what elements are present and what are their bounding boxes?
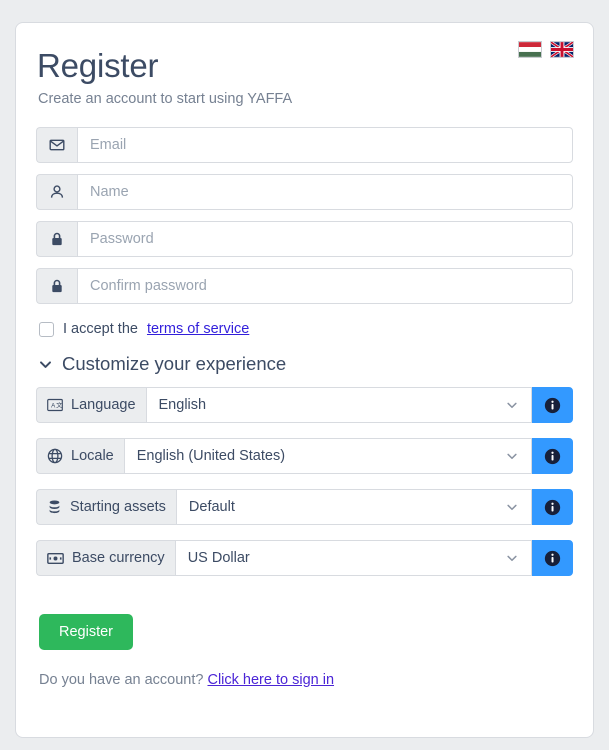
locale-row: Locale English (United States) (36, 438, 573, 474)
banknote-icon (47, 552, 64, 565)
name-input-group (36, 174, 573, 210)
signin-prompt: Do you have an account? Click here to si… (39, 672, 573, 688)
globe-icon (47, 448, 63, 464)
email-input-group (36, 127, 573, 163)
starting-assets-label: Starting assets (70, 499, 166, 515)
user-icon (36, 174, 77, 210)
customize-section-toggle[interactable]: Customize your experience (38, 353, 573, 375)
info-icon (544, 499, 561, 516)
language-info-button[interactable] (532, 387, 573, 423)
uk-flag[interactable] (550, 41, 574, 58)
info-icon (544, 550, 561, 567)
page-subtitle: Create an account to start using YAFFA (38, 91, 293, 107)
starting-assets-row: Starting assets Default (36, 489, 573, 525)
base-currency-row: Base currency US Dollar (36, 540, 573, 576)
svg-text:文: 文 (56, 402, 63, 410)
confirm-password-field[interactable] (77, 268, 573, 304)
base-currency-label-group: Base currency (36, 540, 175, 576)
language-select[interactable]: English (145, 387, 532, 423)
locale-label: Locale (71, 448, 114, 464)
base-currency-select[interactable]: US Dollar (174, 540, 532, 576)
locale-select[interactable]: English (United States) (123, 438, 532, 474)
locale-select-wrap: English (United States) (123, 438, 532, 474)
lock-icon (36, 268, 77, 304)
signin-prompt-text: Do you have an account? (39, 672, 204, 688)
starting-assets-info-button[interactable] (532, 489, 573, 525)
signin-link[interactable]: Click here to sign in (207, 672, 334, 688)
register-card: Register Create an account to start usin… (15, 22, 594, 738)
register-button[interactable]: Register (39, 614, 133, 650)
language-label: Language (71, 397, 136, 413)
language-select-wrap: English (145, 387, 532, 423)
email-field[interactable] (77, 127, 573, 163)
terms-row: I accept the terms of service (39, 321, 573, 337)
chevron-down-icon (38, 357, 53, 372)
base-currency-select-wrap: US Dollar (174, 540, 532, 576)
password-input-group (36, 221, 573, 257)
confirm-password-input-group (36, 268, 573, 304)
locale-info-button[interactable] (532, 438, 573, 474)
language-row: A 文 Language English (36, 387, 573, 423)
name-field[interactable] (77, 174, 573, 210)
translate-icon: A 文 (47, 398, 63, 412)
language-switcher (518, 41, 574, 58)
starting-assets-select-wrap: Default (175, 489, 532, 525)
hungarian-flag[interactable] (518, 41, 542, 58)
customize-section-heading: Customize your experience (62, 353, 287, 374)
terms-of-service-link[interactable]: terms of service (147, 321, 249, 337)
password-field[interactable] (77, 221, 573, 257)
accept-terms-checkbox[interactable] (39, 321, 54, 337)
starting-assets-select[interactable]: Default (175, 489, 532, 525)
language-label-group: A 文 Language (36, 387, 146, 423)
starting-assets-label-group: Starting assets (36, 489, 176, 525)
envelope-icon (36, 127, 77, 163)
terms-text: I accept the (63, 321, 138, 337)
page-title: Register (37, 47, 159, 84)
database-icon (47, 499, 62, 515)
info-icon (544, 448, 561, 465)
base-currency-info-button[interactable] (532, 540, 573, 576)
lock-icon (36, 221, 77, 257)
locale-label-group: Locale (36, 438, 124, 474)
base-currency-label: Base currency (72, 550, 165, 566)
info-icon (544, 397, 561, 414)
